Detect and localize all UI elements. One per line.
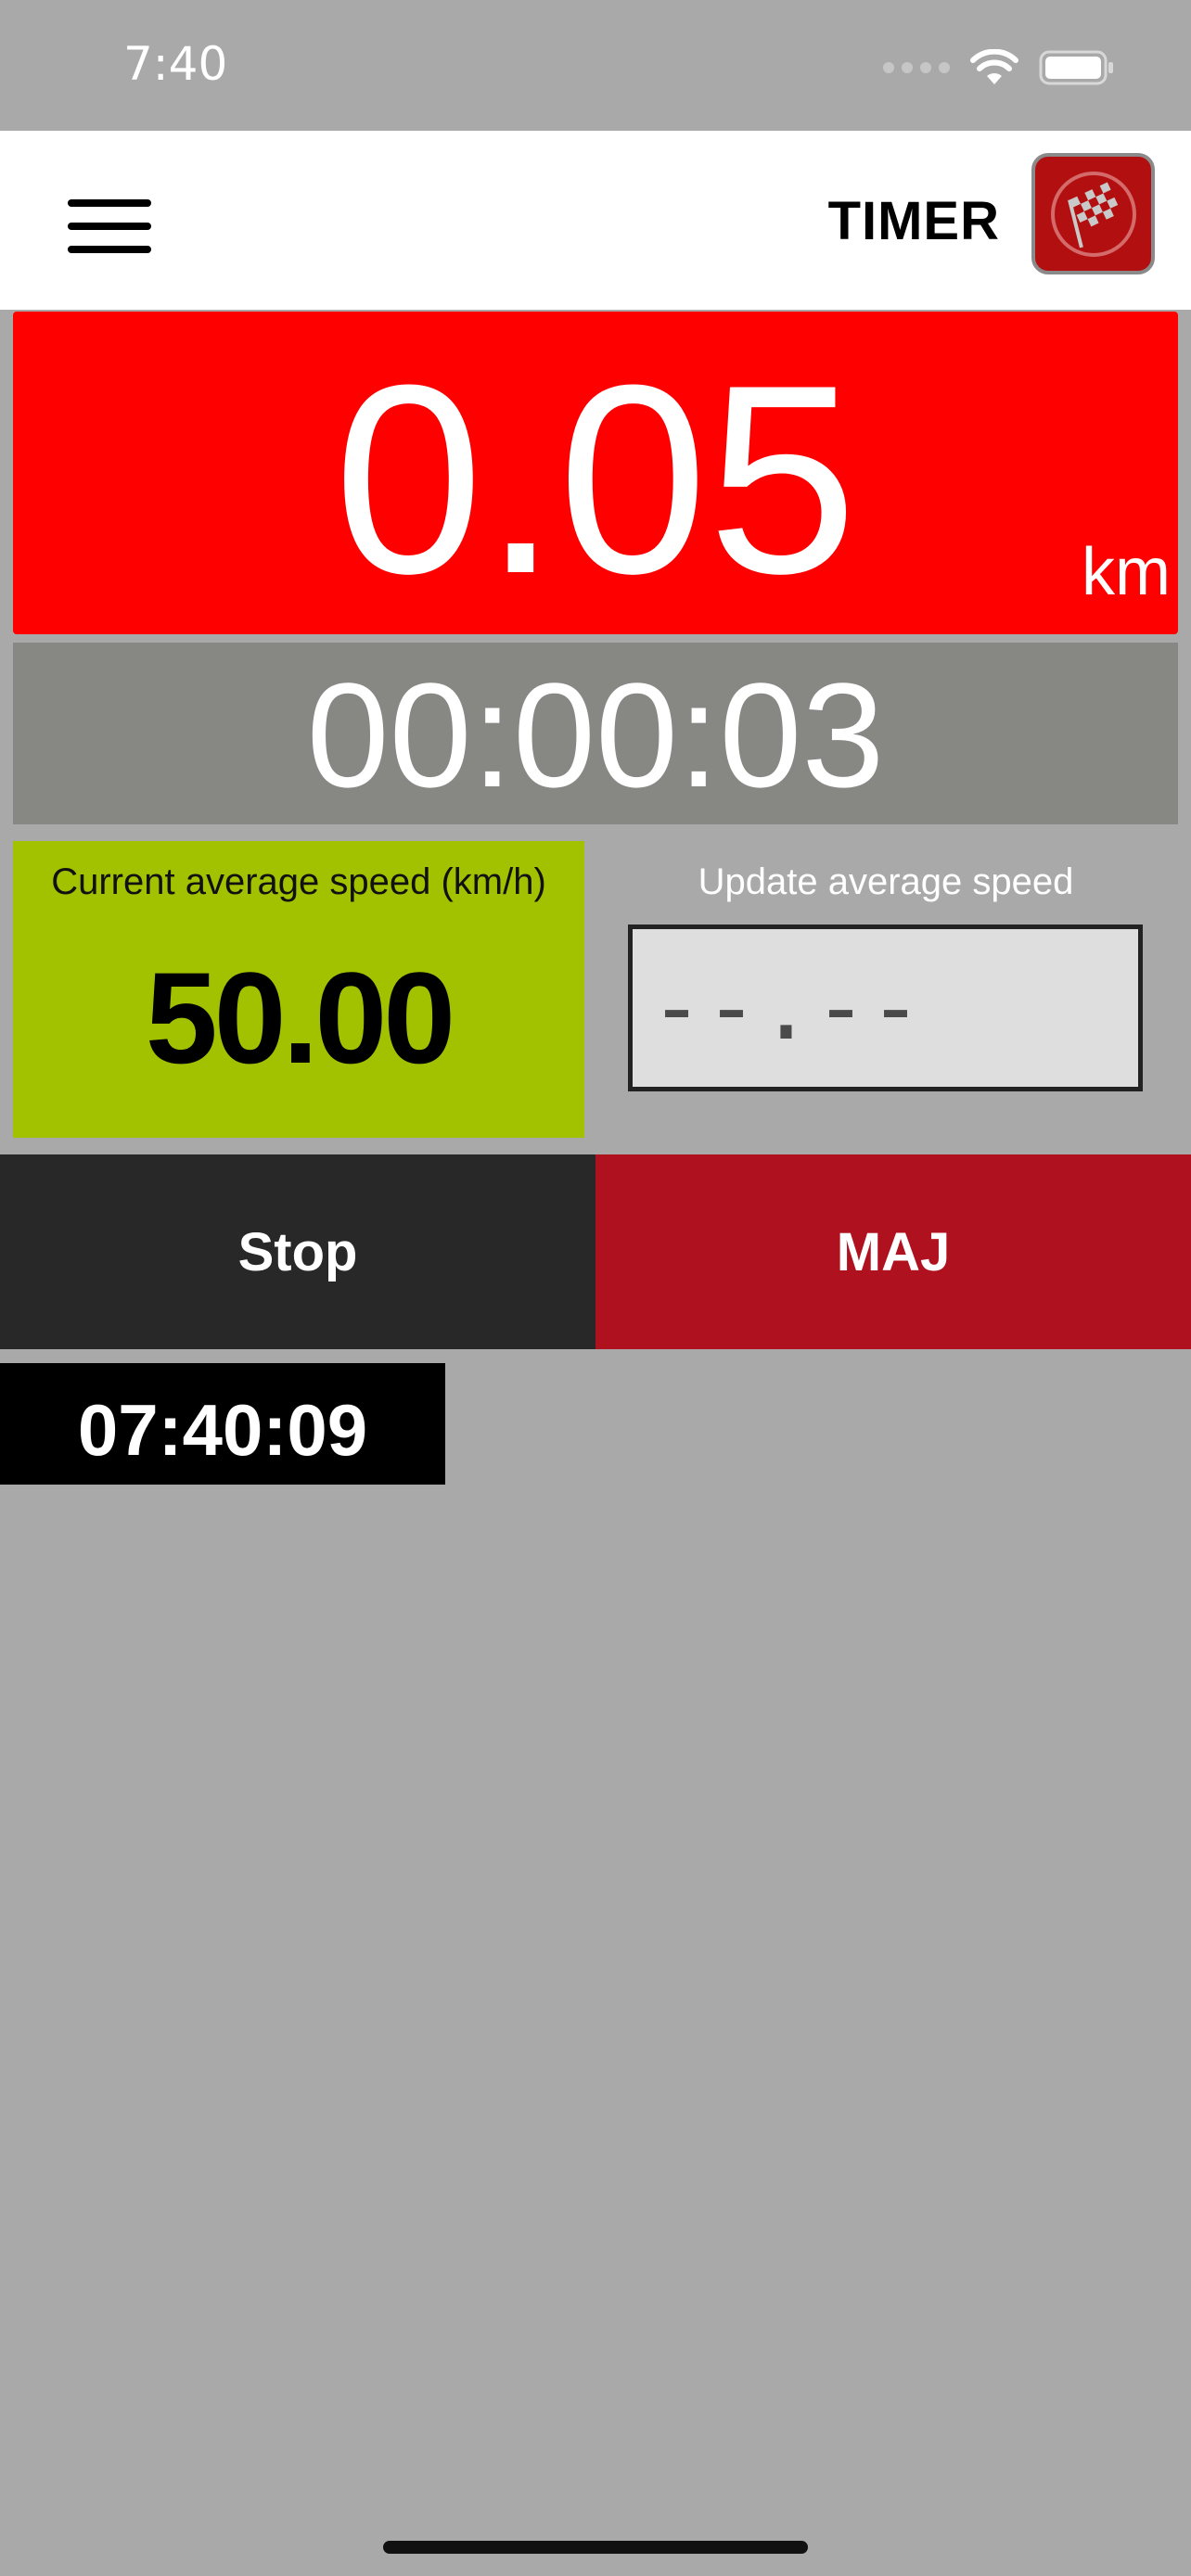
battery-icon [1039,50,1113,85]
status-bar-time: 7:40 [123,37,228,91]
current-speed-label: Current average speed (km/h) [51,861,546,902]
distance-unit: km [1082,535,1171,609]
cellular-signal-icon [883,62,950,73]
current-speed-value: 50.00 [145,945,455,1090]
update-speed-label: Update average speed [698,861,1074,902]
page-title: TIMER [827,191,1000,251]
wifi-icon [970,49,1018,84]
current-speed-panel: Current average speed (km/h) 50.00 [13,841,584,1138]
app-header [0,131,1191,310]
stop-button[interactable]: Stop [0,1154,596,1349]
clock-display: 07:40:09 [0,1363,445,1485]
elapsed-time-value: 00:00:03 [306,652,885,818]
status-bar-indicators [883,45,1115,91]
distance-value: 0.05 [333,329,858,630]
distance-panel: 0.05 km [13,312,1178,634]
maj-button[interactable]: MAJ [596,1154,1191,1349]
elapsed-time-panel: 00:00:03 [13,643,1178,824]
update-speed-input[interactable] [628,925,1143,1091]
hamburger-menu-icon[interactable] [68,198,151,255]
home-indicator[interactable] [383,2541,808,2554]
checkered-flag-icon[interactable] [1031,153,1155,274]
